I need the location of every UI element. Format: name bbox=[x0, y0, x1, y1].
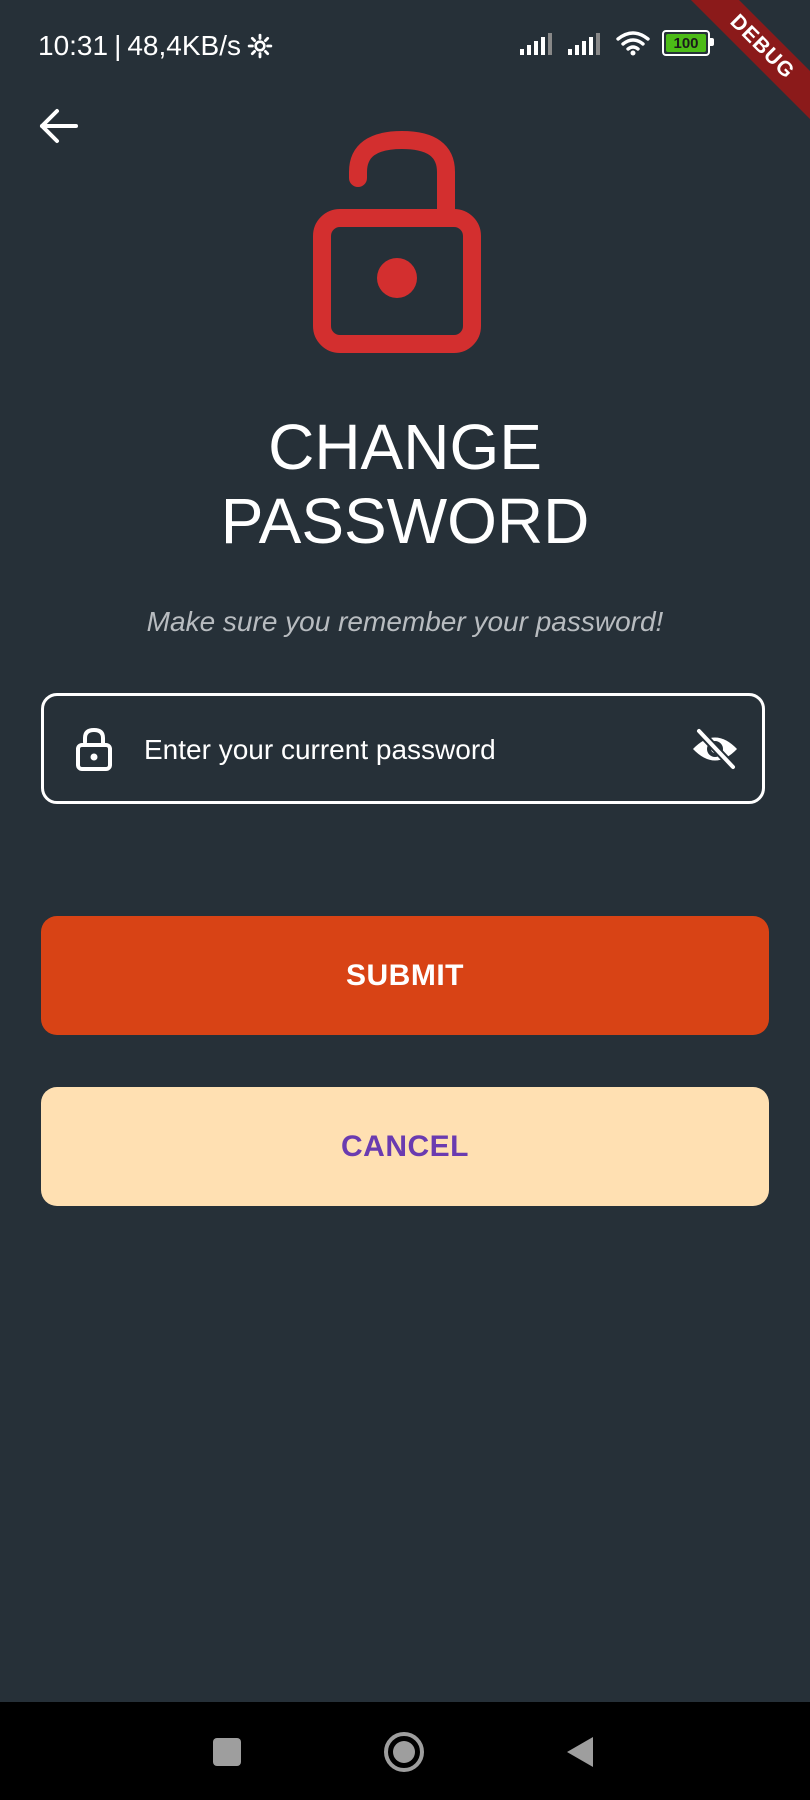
back-button[interactable] bbox=[38, 105, 80, 147]
status-right: 100 bbox=[520, 30, 714, 56]
arrow-back-icon bbox=[40, 109, 78, 143]
cancel-button[interactable]: CANCEL bbox=[41, 1087, 769, 1206]
submit-button-label: SUBMIT bbox=[346, 958, 464, 992]
status-time: 10:31 bbox=[38, 30, 109, 61]
recents-square-icon bbox=[213, 1738, 241, 1766]
wifi-icon bbox=[616, 31, 650, 56]
cancel-button-label: CANCEL bbox=[341, 1129, 469, 1163]
signal-icon bbox=[520, 33, 552, 55]
submit-button[interactable]: SUBMIT bbox=[41, 916, 769, 1035]
network-speed: 48,4KB/s bbox=[127, 30, 241, 61]
navigation-bar bbox=[0, 1702, 810, 1800]
recents-button[interactable] bbox=[212, 1737, 242, 1767]
status-separator: | bbox=[114, 30, 122, 61]
battery-icon: 100 bbox=[662, 30, 714, 56]
status-bar: 10:31 | 48,4KB/s 100 bbox=[0, 0, 810, 92]
password-field[interactable] bbox=[41, 693, 765, 804]
password-input[interactable] bbox=[142, 716, 646, 783]
signal-icon bbox=[568, 33, 600, 55]
title-line-1: CHANGE bbox=[268, 411, 542, 483]
battery-tip bbox=[710, 38, 714, 46]
eye-off-icon bbox=[693, 727, 737, 771]
status-left: 10:31 | 48,4KB/s bbox=[38, 30, 273, 62]
gear-icon bbox=[247, 33, 273, 59]
home-button[interactable] bbox=[383, 1731, 425, 1773]
back-nav-button[interactable] bbox=[565, 1735, 595, 1769]
subtitle: Make sure you remember your password! bbox=[146, 606, 664, 637]
home-circle-icon bbox=[384, 1732, 424, 1772]
lock-open-icon bbox=[76, 727, 112, 771]
page-title: CHANGE PASSWORD bbox=[0, 410, 810, 558]
visibility-toggle[interactable] bbox=[690, 726, 740, 772]
back-triangle-icon bbox=[567, 1737, 593, 1767]
lock-open-icon bbox=[313, 130, 481, 353]
title-line-2: PASSWORD bbox=[220, 485, 590, 557]
battery-level: 100 bbox=[673, 34, 699, 52]
